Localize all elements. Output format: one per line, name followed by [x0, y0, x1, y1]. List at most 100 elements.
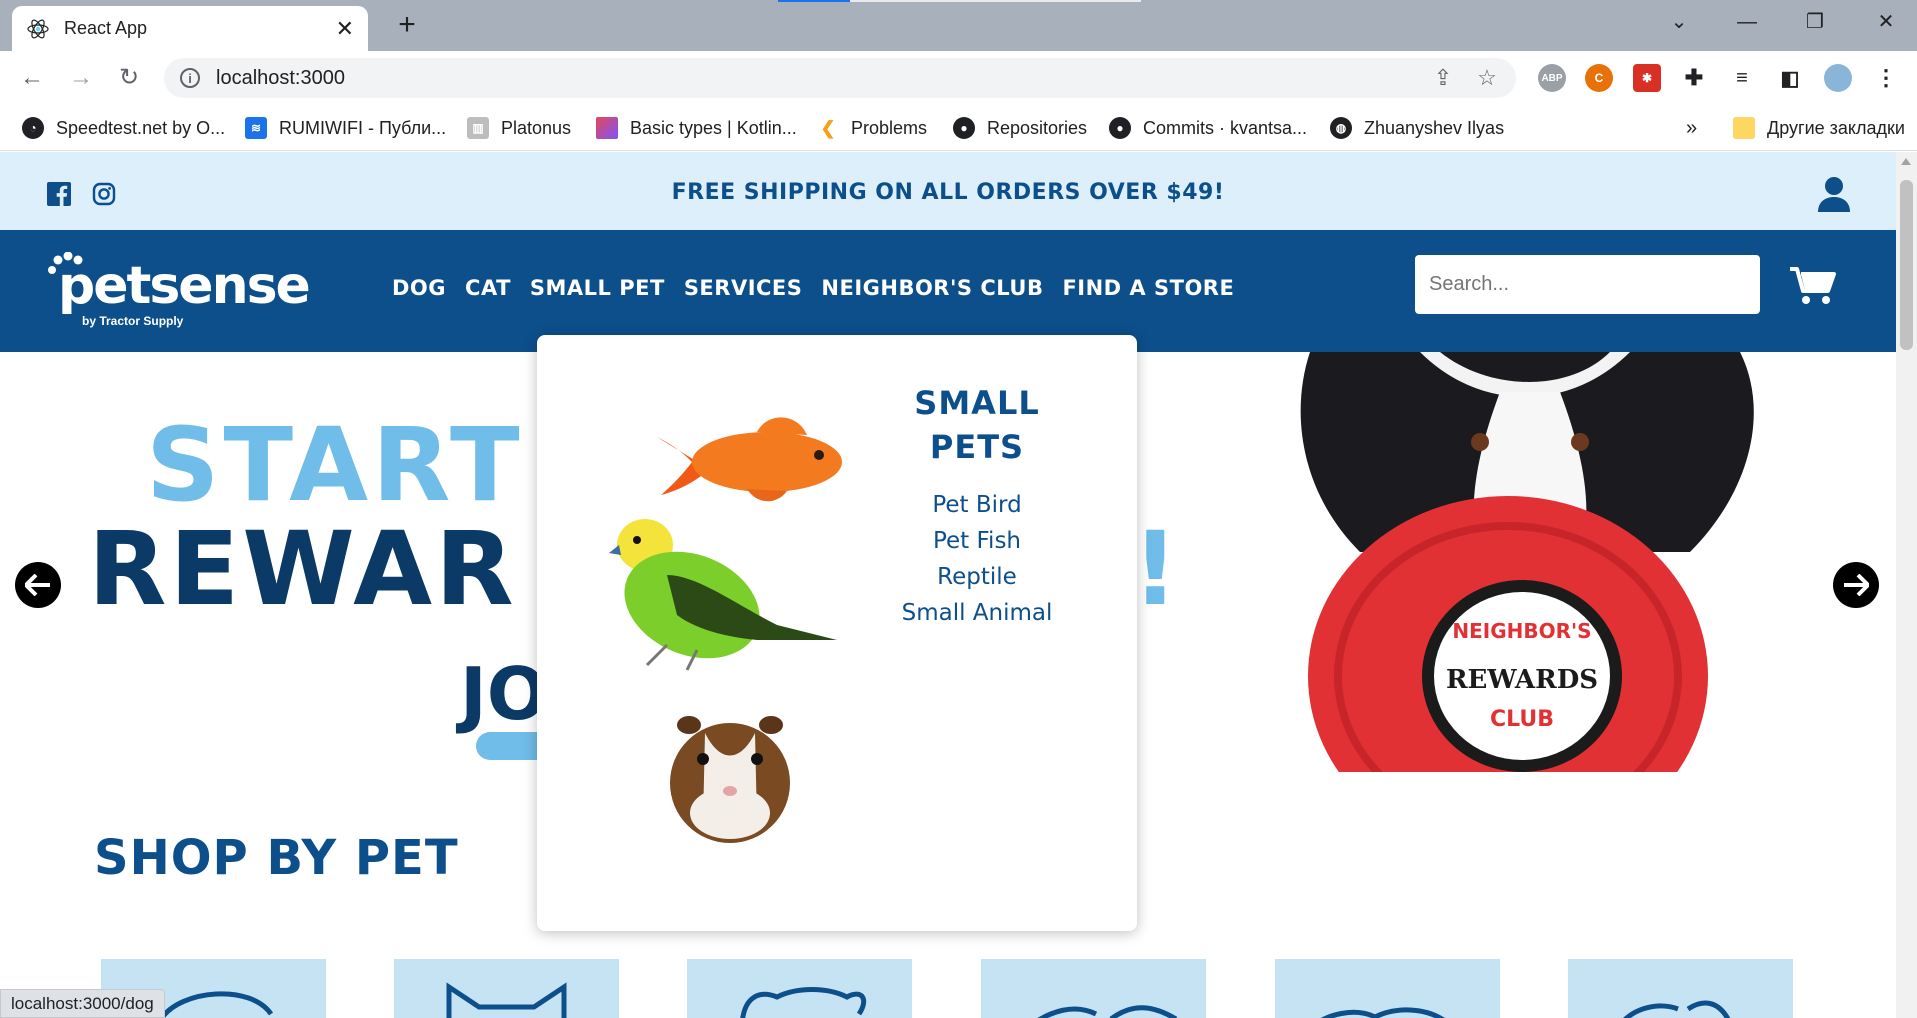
restore-icon[interactable]: ❐ — [1795, 8, 1835, 36]
link-status-bar: localhost:3000/dog — [0, 989, 165, 1018]
scroll-up-icon[interactable] — [1901, 158, 1911, 165]
folder-icon — [1733, 117, 1755, 139]
hero-line-rewards: REWAR — [88, 510, 517, 629]
bookmark-label: Zhuanyshev Ilyas — [1364, 117, 1505, 138]
nav-cat[interactable]: CAT — [465, 276, 511, 300]
main-menu: DOG CAT SMALL PET SERVICES NEIGHBOR'S CL… — [392, 276, 1234, 300]
tab-loading-progress — [778, 0, 850, 2]
extension-red-icon[interactable]: ✱ — [1633, 64, 1661, 92]
nav-dog[interactable]: DOG — [392, 276, 446, 300]
site-info-icon[interactable]: i — [180, 68, 200, 88]
dropdown-title: SMALL PETS — [914, 384, 1040, 466]
badge-bottom-text: CLUB — [1490, 707, 1554, 732]
close-tab-icon[interactable]: ✕ — [336, 16, 354, 42]
dropdown-links: Pet Bird Pet Fish Reptile Small Animal — [877, 487, 1077, 631]
nav-neighbors-club[interactable]: NEIGHBOR'S CLUB — [821, 276, 1043, 300]
hero-exclamation: ! — [1132, 510, 1179, 629]
bookmark-zhuanyshev[interactable]: ◍ Zhuanyshev Ilyas — [1330, 115, 1504, 141]
link-pet-fish[interactable]: Pet Fish — [877, 523, 1077, 559]
logo-wordmark: petsense — [58, 256, 311, 316]
share-icon[interactable]: ⇪ — [1428, 63, 1458, 93]
user-account-icon[interactable] — [1817, 176, 1851, 212]
petsense-logo[interactable]: petsense by Tractor Supply — [46, 252, 311, 332]
nav-services[interactable]: SERVICES — [684, 276, 803, 300]
forward-icon[interactable]: → — [66, 63, 96, 93]
small-pet-outline-icon — [740, 987, 867, 1018]
search-input[interactable] — [1415, 255, 1760, 314]
tab-search-icon[interactable]: ⌄ — [1659, 8, 1699, 36]
close-window-icon[interactable]: ✕ — [1866, 8, 1906, 36]
bookmark-rumiwifi[interactable]: ≋ RUMIWIFI - Публи... — [245, 115, 446, 141]
page-viewport: FREE SHIPPING ON ALL ORDERS OVER $49! pe… — [0, 152, 1896, 1018]
hero-line-start: START — [146, 406, 524, 525]
shopping-cart-icon[interactable] — [1790, 266, 1836, 306]
badge-mid-text: REWARDS — [1446, 665, 1598, 695]
badge-top-text: NEIGHBOR'S — [1452, 619, 1591, 643]
pet-tile-fish[interactable] — [1275, 959, 1500, 1018]
leetcode-icon: ❮ — [820, 117, 836, 138]
nav-small-pet[interactable]: SMALL PET — [530, 276, 665, 300]
carousel-next-button[interactable] — [1833, 562, 1879, 608]
pet-tile-reptile[interactable] — [1568, 959, 1793, 1018]
new-tab-button[interactable]: + — [392, 10, 422, 40]
bookmark-problems[interactable]: ❮ Problems — [817, 115, 927, 141]
reload-icon[interactable]: ↻ — [114, 63, 144, 93]
extension-c-icon[interactable]: C — [1585, 64, 1613, 92]
bookmark-commits[interactable]: ● Commits · kvantsa... — [1109, 115, 1307, 141]
parakeet-image — [609, 519, 837, 671]
arrow-right-icon — [1844, 574, 1869, 596]
pet-tile-cat[interactable] — [394, 959, 619, 1018]
shop-by-pet-heading: SHOP BY PET — [94, 830, 459, 886]
bookmarks-overflow-button[interactable]: » — [1686, 115, 1697, 141]
bookmark-label: Problems — [851, 117, 928, 138]
adblock-icon[interactable]: ABP — [1538, 64, 1566, 92]
hero-line-join: JO — [460, 652, 548, 736]
bookmark-repositories[interactable]: ● Repositories — [953, 115, 1087, 141]
kotlin-icon — [596, 117, 618, 139]
bookmark-other-folder[interactable]: Другие закладки — [1733, 115, 1905, 141]
minimize-icon[interactable]: — — [1727, 8, 1767, 36]
small-pet-dropdown: SMALL PETS Pet Bird Pet Fish Reptile Sma… — [537, 335, 1137, 931]
url-text[interactable]: localhost:3000 — [216, 67, 1428, 90]
bookmark-label: RUMIWIFI - Публи... — [279, 117, 447, 138]
bookmark-speedtest[interactable]: ◔ Speedtest.net by O... — [22, 115, 225, 141]
pet-tile-small-pet[interactable] — [687, 959, 912, 1018]
link-pet-bird[interactable]: Pet Bird — [877, 487, 1077, 523]
carousel-prev-button[interactable] — [15, 562, 61, 608]
platonus-icon: ▥ — [467, 117, 489, 139]
scrollbar-thumb[interactable] — [1900, 180, 1913, 350]
nav-find-a-store[interactable]: FIND A STORE — [1062, 276, 1234, 300]
free-shipping-banner: FREE SHIPPING ON ALL ORDERS OVER $49! — [671, 180, 1225, 205]
side-panel-icon[interactable]: ◧ — [1776, 64, 1804, 92]
bookmark-kotlin[interactable]: Basic types | Kotlin... — [596, 115, 797, 141]
browser-toolbar: ← → ↻ i localhost:3000 ⇪ ☆ ABP C ✱ ✚ ≡ ◧… — [0, 51, 1917, 105]
extensions-puzzle-icon[interactable]: ✚ — [1680, 64, 1708, 92]
fish-outline-icon — [1320, 1007, 1445, 1018]
speedtest-icon: ◔ — [22, 117, 44, 139]
logo-subtitle: by Tractor Supply — [82, 314, 184, 328]
react-icon — [26, 17, 50, 41]
more-menu-icon[interactable]: ⋮ — [1872, 64, 1900, 92]
globe-icon: ◍ — [1330, 117, 1352, 139]
main-navbar: petsense by Tractor Supply DOG CAT SMALL… — [0, 230, 1896, 352]
bookmark-platonus[interactable]: ▥ Platonus — [467, 115, 571, 141]
address-bar[interactable]: i localhost:3000 ⇪ ☆ — [164, 58, 1516, 98]
profile-avatar[interactable] — [1824, 64, 1852, 92]
page-scrollbar[interactable] — [1896, 152, 1917, 1018]
reptile-outline-icon — [1623, 1000, 1731, 1018]
guinea-pig-image — [670, 716, 790, 843]
bookmarks-bar: ◔ Speedtest.net by O... ≋ RUMIWIFI - Пуб… — [0, 105, 1917, 151]
bookmark-label: Basic types | Kotlin... — [630, 117, 797, 138]
wifi-icon: ≋ — [245, 117, 267, 139]
browser-tab[interactable]: React App ✕ — [12, 6, 368, 51]
pet-tile-bird[interactable] — [981, 959, 1206, 1018]
bookmark-label: Speedtest.net by O... — [56, 117, 226, 138]
bookmark-star-icon[interactable]: ☆ — [1472, 63, 1502, 93]
link-reptile[interactable]: Reptile — [877, 559, 1077, 595]
bookmark-label: Commits · kvantsa... — [1143, 117, 1308, 138]
media-queue-icon[interactable]: ≡ — [1728, 64, 1756, 92]
dog-with-frisbee-image: NEIGHBOR'S REWARDS CLUB — [1300, 352, 1754, 772]
link-small-animal[interactable]: Small Animal — [877, 595, 1077, 631]
back-icon[interactable]: ← — [17, 63, 47, 93]
browser-tab-strip: React App ✕ + ⌄ — ❐ ✕ — [0, 0, 1917, 51]
